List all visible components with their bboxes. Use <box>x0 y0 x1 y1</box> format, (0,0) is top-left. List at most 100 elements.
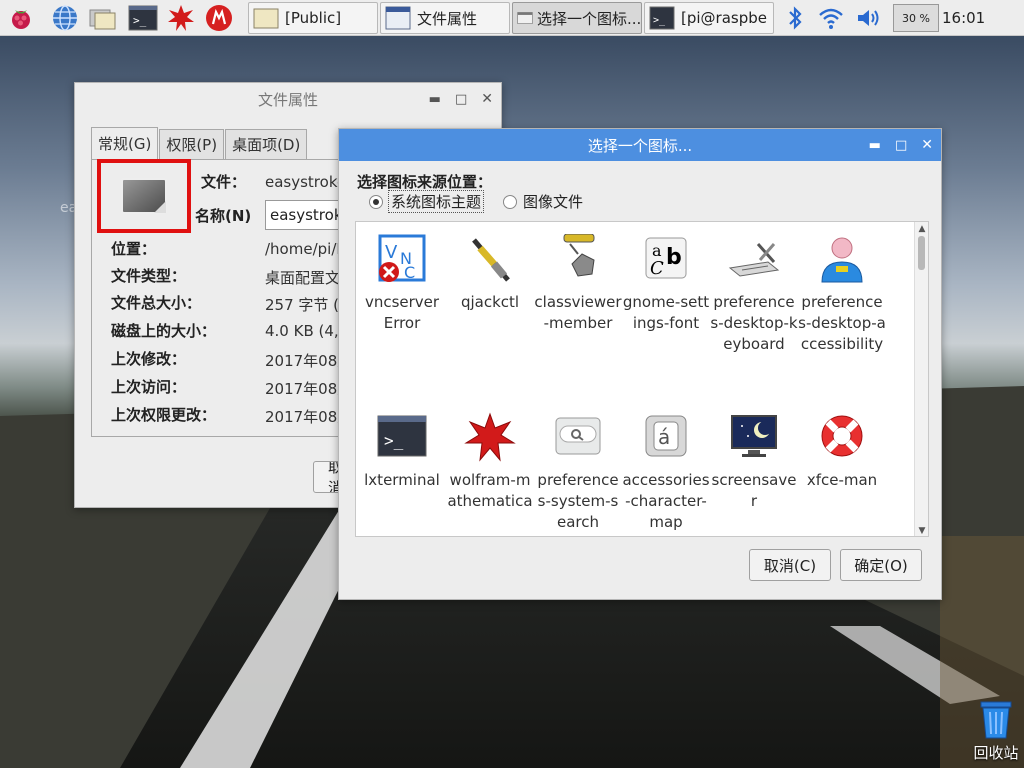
scroll-up-icon[interactable]: ▲ <box>916 223 928 235</box>
task-file-properties[interactable]: 文件属性 <box>380 2 510 34</box>
tab-desktop-entry[interactable]: 桌面项(D) <box>225 129 308 159</box>
wifi-icon[interactable] <box>816 3 846 33</box>
permission-changed-label: 上次权限更改： <box>111 406 217 424</box>
task-icon-chooser[interactable]: 选择一个图标... <box>512 2 642 34</box>
svg-text:á: á <box>658 425 670 449</box>
icon-cell-wolfram-mathematica[interactable]: wolfram-mathematica <box>446 412 534 512</box>
minimize-icon[interactable]: ▬ <box>429 92 441 107</box>
terminal-launcher-icon[interactable]: >_ <box>128 3 158 33</box>
icon-label: preferences-system-search <box>537 471 619 531</box>
bluetooth-icon[interactable] <box>780 3 810 33</box>
keyboard-icon <box>728 243 780 277</box>
file-icon-button[interactable] <box>97 159 191 233</box>
svg-text:C: C <box>404 263 415 282</box>
properties-titlebar[interactable]: 文件属性 ▬ □ ✕ <box>75 83 501 115</box>
web-browser-icon[interactable] <box>50 3 80 33</box>
svg-text:>_: >_ <box>653 15 666 26</box>
svg-text:>_: >_ <box>133 14 147 27</box>
wolfram-launcher-icon[interactable] <box>204 3 234 33</box>
icon-cell-preferences-system-search[interactable]: preferences-system-search <box>534 412 622 533</box>
maximize-icon[interactable]: □ <box>895 138 907 153</box>
task-terminal[interactable]: >_ [pi@raspbe <box>644 2 774 34</box>
location-label: 位置： <box>111 240 157 258</box>
icon-cell-screensaver[interactable]: screensaver <box>710 412 798 512</box>
icon-label: vncserver Error <box>364 293 440 332</box>
icon-label: xfce-man <box>806 471 878 489</box>
mathematica-icon <box>464 412 516 462</box>
file-manager-icon[interactable] <box>88 3 118 33</box>
character-map-icon: á <box>645 415 687 457</box>
icon-label: wolfram-mathematica <box>447 471 533 510</box>
trash-desktop-icon[interactable]: 回收站 <box>968 698 1024 763</box>
chooser-ok-button[interactable]: 确定(O) <box>840 549 922 581</box>
icon-chooser-dialog: 选择一个图标... ▬ □ ✕ 选择图标来源位置： 系统图标主题 图像文件 VN… <box>338 128 942 600</box>
location-value: /home/pi/D <box>265 240 348 258</box>
scroll-down-icon[interactable]: ▼ <box>916 525 928 536</box>
icon-grid[interactable]: VNC vncserver Error qjackctl classviewer… <box>355 221 929 537</box>
chooser-titlebar[interactable]: 选择一个图标... ▬ □ ✕ <box>339 129 941 161</box>
cpu-monitor[interactable]: 30 % <box>893 4 939 32</box>
icon-cell-lxterminal[interactable]: >_ lxterminal <box>358 412 446 491</box>
window-icon <box>517 12 533 24</box>
chooser-cancel-button[interactable]: 取消(C) <box>749 549 831 581</box>
tab-permissions[interactable]: 权限(P) <box>159 129 225 159</box>
total-size-label: 文件总大小： <box>111 294 202 312</box>
terminal-icon: >_ <box>649 6 675 30</box>
jack-plug-icon <box>472 238 510 282</box>
icon-cell-vncserver-error[interactable]: VNC vncserver Error <box>358 234 446 334</box>
volume-icon[interactable] <box>854 3 884 33</box>
svg-text:b: b <box>666 245 682 270</box>
icon-label: preferences-desktop-accessibility <box>798 293 886 353</box>
scrollbar-thumb[interactable] <box>918 236 925 270</box>
clock[interactable]: 16:01 <box>942 9 985 27</box>
class-member-icon <box>563 234 595 277</box>
icon-cell-classviewer-member[interactable]: classviewer-member <box>534 234 622 334</box>
name-label: 名称(N) <box>195 207 252 225</box>
close-icon[interactable]: ✕ <box>481 91 493 107</box>
icon-grid-scrollbar[interactable]: ▲ ▼ <box>914 222 928 536</box>
accessibility-icon <box>821 237 863 283</box>
icon-cell-gnome-settings-font[interactable]: abC gnome-settings-font <box>622 234 710 334</box>
svg-text:>_: >_ <box>384 431 404 450</box>
taskbar: >_ [Public] 文件属性 选择一个图标... >_ [pi@raspbe… <box>0 0 1024 36</box>
file-value: easystroke <box>265 173 347 191</box>
search-icon <box>555 417 601 455</box>
vnc-error-icon: V NC <box>378 234 426 282</box>
maximize-icon[interactable]: □ <box>455 92 467 107</box>
icon-cell-xfce-man[interactable]: xfce-man <box>798 412 886 491</box>
task-public-folder[interactable]: [Public] <box>248 2 378 34</box>
tab-general[interactable]: 常规(G) <box>91 127 159 159</box>
terminal-icon: >_ <box>377 415 427 457</box>
icon-cell-qjackctl[interactable]: qjackctl <box>446 234 534 313</box>
task-label: 文件属性 <box>417 9 478 28</box>
minimize-icon[interactable]: ▬ <box>869 138 881 153</box>
radio-dot <box>503 194 517 209</box>
file-type-label: 文件类型： <box>111 267 187 285</box>
trash-label: 回收站 <box>973 744 1019 762</box>
mathematica-launcher-icon[interactable] <box>166 3 196 33</box>
close-icon[interactable]: ✕ <box>921 137 933 153</box>
total-size-value: 257 字节 ( <box>265 296 340 314</box>
task-label: 选择一个图标... <box>537 9 642 28</box>
icon-label: lxterminal <box>364 471 440 489</box>
raspberry-menu-icon[interactable] <box>6 3 36 33</box>
radio-label: 系统图标主题 <box>387 190 485 213</box>
radio-system-theme[interactable]: 系统图标主题 <box>369 190 485 213</box>
icon-label: qjackctl <box>460 293 520 311</box>
accessed-label: 上次访问： <box>111 378 187 396</box>
icon-cell-preferences-desktop-accessibility[interactable]: preferences-desktop-accessibility <box>798 234 886 355</box>
window-icon <box>385 6 411 30</box>
font-icon: a bC <box>645 237 687 279</box>
svg-text:V: V <box>385 242 398 263</box>
window-title: 选择一个图标... <box>587 136 693 155</box>
disk-size-value: 4.0 KB (4,0 <box>265 322 349 340</box>
file-label: 文件： <box>201 173 247 191</box>
icon-cell-preferences-desktop-keyboard[interactable]: preferences-desktop-keyboard <box>710 234 798 355</box>
task-label: [Public] <box>285 9 342 27</box>
screensaver-icon <box>731 415 777 457</box>
icon-cell-accessories-character-map[interactable]: á accessories-character-map <box>622 412 710 533</box>
radio-label: 图像文件 <box>523 193 584 211</box>
icon-source-label: 选择图标来源位置： <box>357 173 493 191</box>
icon-label: classviewer-member <box>534 293 622 332</box>
radio-image-file[interactable]: 图像文件 <box>503 191 583 212</box>
